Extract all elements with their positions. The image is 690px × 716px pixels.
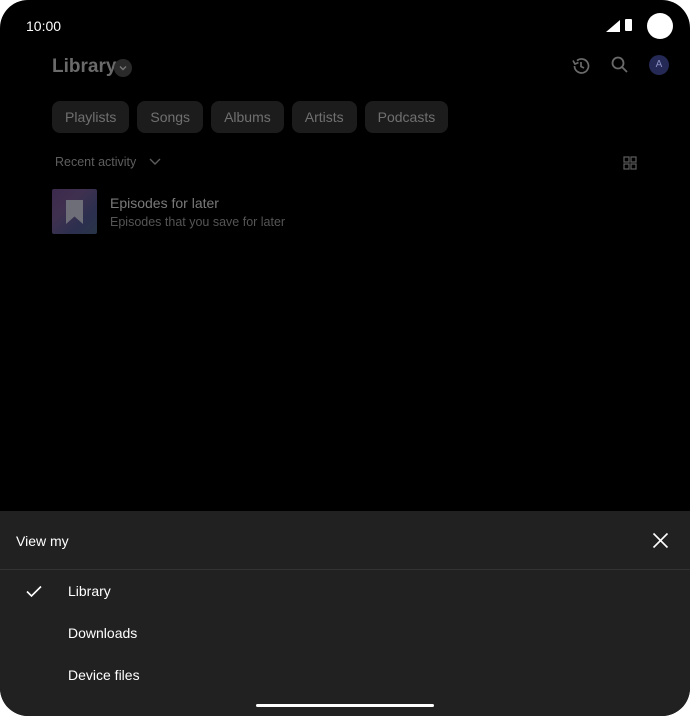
list-item[interactable]: Episodes for later Episodes that you sav… <box>52 189 652 235</box>
sheet-title: View my <box>16 533 69 549</box>
battery-icon <box>625 19 632 31</box>
chip-playlists[interactable]: Playlists <box>52 101 130 133</box>
menu-item-label: Library <box>68 583 111 599</box>
episodes-thumbnail <box>52 189 97 234</box>
status-time: 10:00 <box>26 18 62 34</box>
chevron-down-icon[interactable] <box>114 59 132 77</box>
close-icon[interactable] <box>652 532 669 549</box>
search-icon[interactable] <box>610 55 630 75</box>
phone-screen: 10:00 Library A Playlists Songs Albums A… <box>0 0 690 716</box>
gesture-navigation-bar[interactable] <box>256 704 434 707</box>
sort-label[interactable]: Recent activity <box>55 155 136 169</box>
list-item-subtitle: Episodes that you save for later <box>110 215 286 229</box>
signal-icon <box>606 20 620 32</box>
camera-cutout <box>647 13 673 39</box>
view-my-bottom-sheet: View my Library Downloads Device files <box>0 511 690 716</box>
filter-chips: Playlists Songs Albums Artists Podcasts <box>52 101 449 133</box>
chip-songs[interactable]: Songs <box>137 101 204 133</box>
chip-artists[interactable]: Artists <box>291 101 357 133</box>
menu-item-downloads[interactable]: Downloads <box>0 613 690 655</box>
chip-podcasts[interactable]: Podcasts <box>364 101 449 133</box>
menu-item-library[interactable]: Library <box>0 571 690 613</box>
check-icon <box>26 585 42 598</box>
menu-item-device-files[interactable]: Device files <box>0 655 690 697</box>
status-bar: 10:00 <box>0 0 690 52</box>
history-icon[interactable] <box>570 55 592 77</box>
list-item-title: Episodes for later <box>110 195 219 211</box>
bookmark-icon <box>66 200 83 224</box>
divider <box>0 569 690 570</box>
menu-item-label: Downloads <box>68 625 138 641</box>
page-title[interactable]: Library <box>52 56 116 78</box>
avatar[interactable]: A <box>649 55 669 75</box>
grid-view-icon[interactable] <box>623 156 637 170</box>
menu-item-label: Device files <box>68 667 140 683</box>
chevron-down-icon[interactable] <box>148 156 162 168</box>
chip-albums[interactable]: Albums <box>211 101 284 133</box>
